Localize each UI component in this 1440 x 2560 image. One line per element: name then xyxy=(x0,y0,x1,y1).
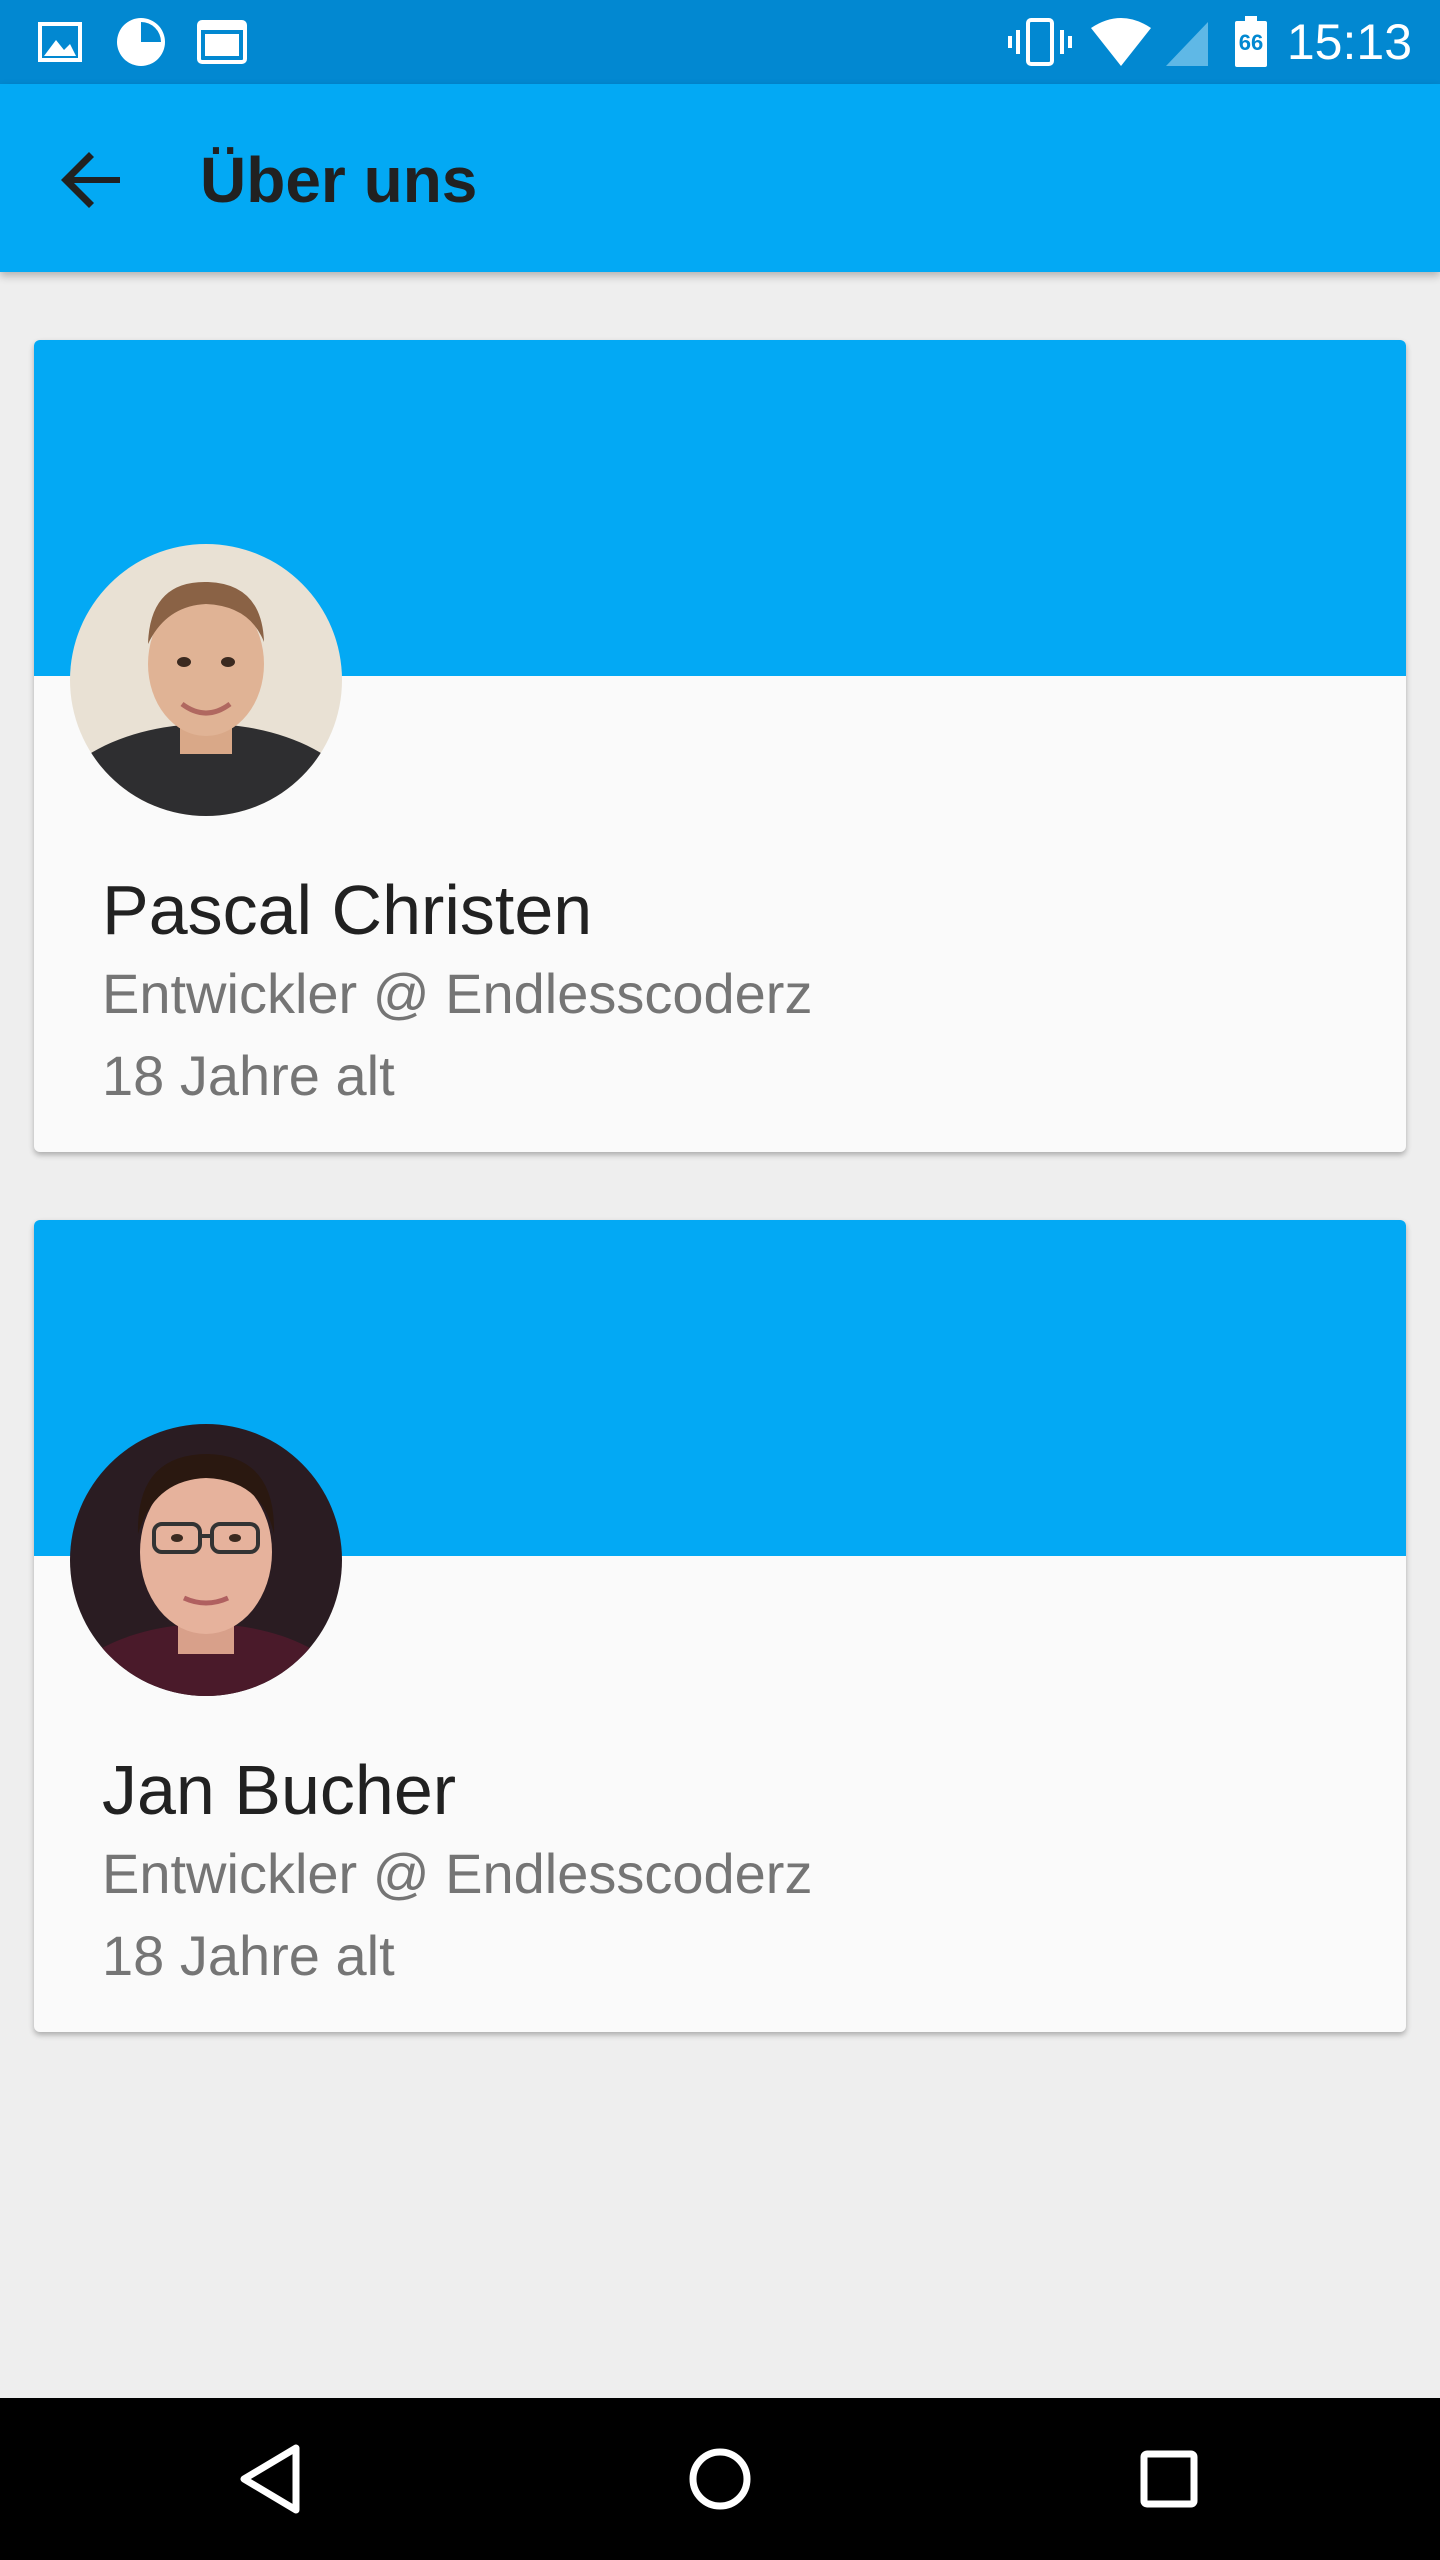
nav-recents-button[interactable] xyxy=(1124,2434,1214,2524)
page-title: Über uns xyxy=(200,144,478,216)
cell-signal-icon xyxy=(1166,22,1208,66)
avatar xyxy=(70,1424,342,1696)
vibrate-icon xyxy=(1008,18,1072,66)
nav-recents-icon xyxy=(1140,2450,1198,2508)
member-name: Jan Bucher xyxy=(102,1751,457,1829)
team-member-card: Pascal Christen Entwickler @ Endlesscode… xyxy=(34,340,1406,1152)
member-name: Pascal Christen xyxy=(102,871,593,949)
battery-icon: 66 xyxy=(1234,16,1268,68)
status-time: 15:13 xyxy=(1286,14,1412,70)
avatar xyxy=(70,544,342,816)
member-role: Entwickler @ Endlesscoderz xyxy=(102,962,813,1025)
team-member-card: Jan Bucher Entwickler @ Endlesscoderz 18… xyxy=(34,1220,1406,2032)
image-notification-icon xyxy=(38,22,82,62)
status-bar: 66 15:13 xyxy=(0,0,1440,84)
clock-notification-icon xyxy=(117,18,165,66)
member-age: 18 Jahre alt xyxy=(102,1924,395,1987)
arrow-back-icon xyxy=(61,152,120,208)
nav-home-button[interactable] xyxy=(675,2434,765,2524)
nav-back-icon xyxy=(240,2444,300,2514)
wifi-icon xyxy=(1091,18,1151,66)
back-button[interactable] xyxy=(44,132,140,228)
member-age: 18 Jahre alt xyxy=(102,1044,395,1107)
app-bar: Über uns xyxy=(0,84,1440,272)
nav-back-button[interactable] xyxy=(226,2434,316,2524)
navigation-bar xyxy=(0,2398,1440,2560)
terminal-notification-icon xyxy=(197,20,247,64)
nav-home-icon xyxy=(689,2448,751,2510)
member-role: Entwickler @ Endlesscoderz xyxy=(102,1842,813,1905)
battery-level: 66 xyxy=(1238,30,1264,55)
